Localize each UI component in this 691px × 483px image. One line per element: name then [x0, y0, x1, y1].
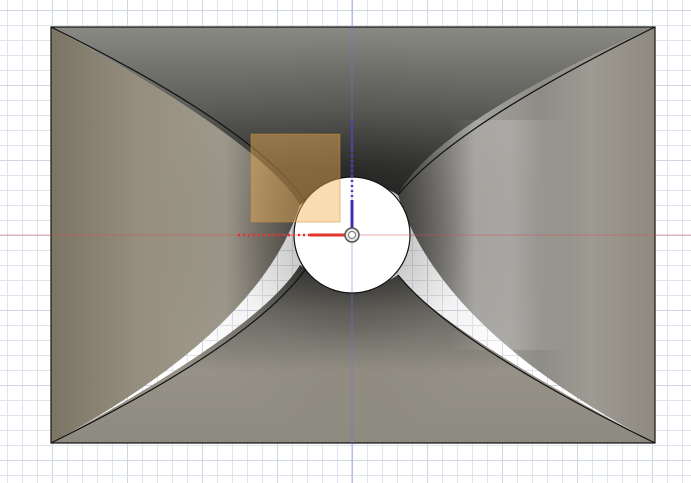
sketch-plane-indicator[interactable]: [250, 133, 341, 223]
3d-viewport[interactable]: [0, 0, 691, 483]
viewport-canvas[interactable]: [0, 0, 691, 483]
origin-ring-icon[interactable]: [344, 227, 360, 243]
